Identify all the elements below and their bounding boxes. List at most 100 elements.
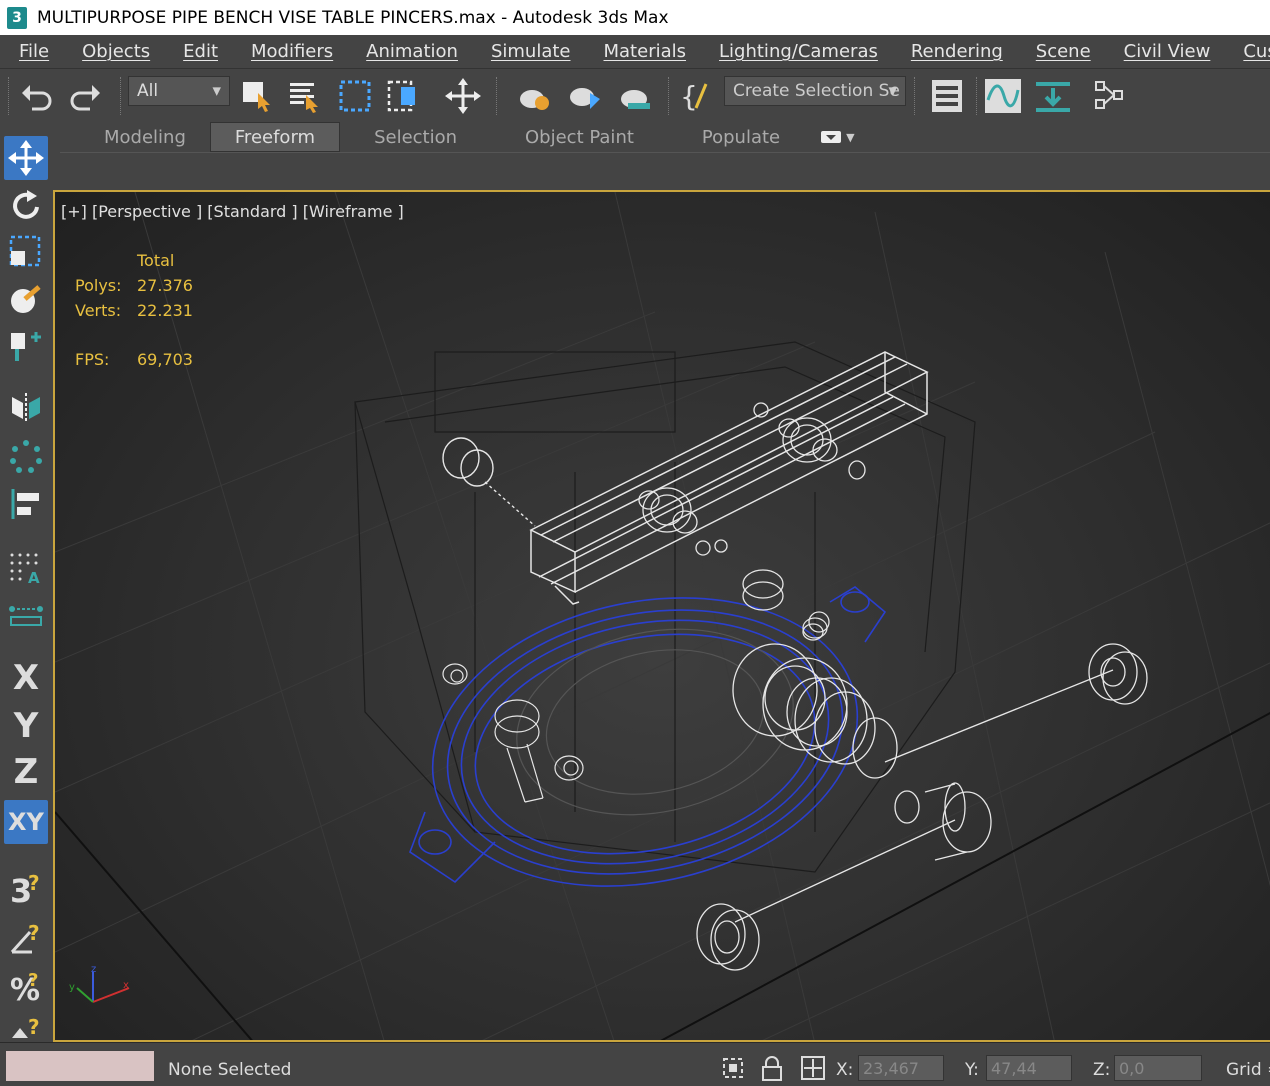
menu-edit[interactable]: Edit [183, 41, 218, 62]
fps-value: 69,703 [137, 350, 193, 369]
pivot-tool-icon[interactable] [4, 324, 48, 368]
menu-scene[interactable]: Scene [1036, 41, 1091, 62]
selection-filter-dropdown[interactable]: All ▼ [128, 76, 230, 106]
menu-civil-view[interactable]: Civil View [1124, 41, 1211, 62]
title-bar: 3 MULTIPURPOSE PIPE BENCH VISE TABLE PIN… [0, 0, 1270, 35]
x-coord-field[interactable]: 23,467 [858, 1055, 944, 1081]
fps-label: FPS: [75, 350, 110, 369]
tab-object-paint[interactable]: Object Paint [491, 123, 668, 151]
snaps-toggle-icon[interactable]: 3? [4, 866, 48, 910]
menu-file[interactable]: File [19, 41, 49, 62]
ribbon-tabs: Modeling Freeform Selection Object Paint… [60, 122, 1270, 152]
curve-editor-icon[interactable] [984, 77, 1022, 115]
axis-constraint-z[interactable]: Z [4, 750, 48, 794]
svg-text:?: ? [28, 871, 40, 895]
script-curly-icon[interactable]: { [676, 77, 714, 115]
viewport-label[interactable]: [+] [Perspective ] [Standard ] [Wirefram… [61, 202, 404, 221]
rotate-tool-icon[interactable] [4, 184, 48, 228]
svg-text:?: ? [28, 1015, 40, 1039]
jaw-tube-wire [529, 351, 929, 605]
named-selection-set-dropdown[interactable]: Create Selection Se ▼ [724, 76, 906, 106]
perspective-viewport[interactable]: [+] [Perspective ] [Standard ] [Wirefram… [53, 190, 1270, 1042]
polys-value: 27.376 [137, 276, 193, 295]
menu-objects[interactable]: Objects [82, 41, 150, 62]
undo-icon[interactable] [18, 77, 56, 115]
menu-bar: File Objects Edit Modifiers Animation Si… [0, 35, 1270, 68]
render-production-icon[interactable] [616, 77, 654, 115]
tab-populate[interactable]: Populate [668, 123, 814, 151]
measure-icon[interactable] [4, 594, 48, 638]
isolate-selection-icon[interactable] [720, 1055, 746, 1086]
menu-animation[interactable]: Animation [366, 41, 458, 62]
place-tool-icon[interactable] [4, 278, 48, 322]
maxscript-listener-box[interactable] [6, 1051, 154, 1081]
verts-label: Verts: [75, 301, 122, 320]
main-toolbar: All ▼ { Create Selection Se ▼ [0, 68, 1270, 123]
menu-customize[interactable]: Custo [1243, 41, 1270, 62]
menu-rendering[interactable]: Rendering [911, 41, 1003, 62]
y-coord-label: Y: [965, 1060, 979, 1080]
selection-filter-value: All [137, 81, 159, 101]
rectangular-selection-icon[interactable] [336, 77, 374, 115]
left-toolbar: A X Y Z XY 3? ? %? ? [0, 122, 54, 1046]
select-by-name-icon[interactable] [286, 77, 324, 115]
svg-text:y: y [69, 982, 75, 993]
z-coord-field[interactable]: 0,0 [1114, 1055, 1202, 1081]
render-setup-icon[interactable] [516, 77, 554, 115]
window-crossing-icon[interactable] [384, 77, 422, 115]
grid-label: Grid = [1226, 1060, 1270, 1080]
tab-selection[interactable]: Selection [340, 123, 491, 151]
mirror-icon[interactable] [4, 386, 48, 430]
redo-icon[interactable] [66, 77, 104, 115]
tab-freeform[interactable]: Freeform [209, 122, 341, 152]
scale-tool-icon[interactable] [4, 230, 48, 274]
array-icon[interactable] [4, 434, 48, 478]
layer-manager-icon[interactable] [928, 77, 966, 115]
chevron-down-icon: ▼ [888, 84, 897, 98]
ribbon-panel [60, 152, 1270, 189]
svg-text:z: z [91, 964, 96, 975]
move-tool-icon[interactable] [4, 136, 48, 180]
ground-grid [55, 192, 1270, 1040]
y-coord-field[interactable]: 47,44 [986, 1055, 1072, 1081]
angle-snap-icon[interactable]: ? [4, 916, 48, 960]
svg-text:x: x [123, 980, 129, 991]
named-selection-set-placeholder: Create Selection Se [733, 81, 900, 101]
axis-constraint-x[interactable]: X [4, 656, 48, 700]
window-title: MULTIPURPOSE PIPE BENCH VISE TABLE PINCE… [37, 7, 669, 28]
select-and-move-icon[interactable] [444, 77, 482, 115]
z-coord-label: Z: [1093, 1060, 1111, 1080]
svg-text:{: { [680, 80, 698, 113]
stats-header: Total [137, 251, 175, 270]
axis-constraint-y[interactable]: Y [4, 704, 48, 748]
svg-text:?: ? [28, 970, 38, 991]
x-coord-label: X: [836, 1060, 854, 1080]
menu-modifiers[interactable]: Modifiers [251, 41, 333, 62]
snap-grid-icon[interactable]: A [4, 546, 48, 590]
material-editor-icon[interactable] [1092, 77, 1130, 115]
select-object-icon[interactable] [238, 77, 276, 115]
menu-lighting-cameras[interactable]: Lighting/Cameras [719, 41, 878, 62]
polys-label: Polys: [75, 276, 122, 295]
percent-snap-icon[interactable]: %? [4, 964, 48, 1008]
verts-value: 22.231 [137, 301, 193, 320]
chevron-down-icon: ▼ [212, 84, 221, 98]
axis-constraint-xy[interactable]: XY [4, 800, 48, 844]
svg-text:A: A [28, 569, 40, 585]
render-frame-icon[interactable] [566, 77, 604, 115]
wireframe-scene [55, 192, 1270, 1040]
ribbon-options-icon[interactable]: ▼ [820, 129, 855, 145]
absolute-mode-icon[interactable] [800, 1055, 826, 1086]
statistics-overlay: Total Polys: 27.376 Verts: 22.231 FPS: 69,7… [75, 248, 193, 372]
align-icon[interactable] [4, 482, 48, 526]
toolbar-grip[interactable] [8, 77, 11, 115]
schematic-view-icon[interactable] [1034, 77, 1072, 115]
menu-materials[interactable]: Materials [604, 41, 687, 62]
status-bar: None Selected X: 23,467 Y: 47,44 Z: 0,0 … [0, 1042, 1270, 1081]
lock-selection-icon[interactable] [760, 1055, 784, 1086]
app-icon[interactable]: 3 [7, 6, 27, 29]
tab-modeling[interactable]: Modeling [80, 123, 210, 151]
svg-text:?: ? [28, 921, 40, 945]
vise-body-wire [354, 341, 976, 873]
menu-simulate[interactable]: Simulate [491, 41, 571, 62]
